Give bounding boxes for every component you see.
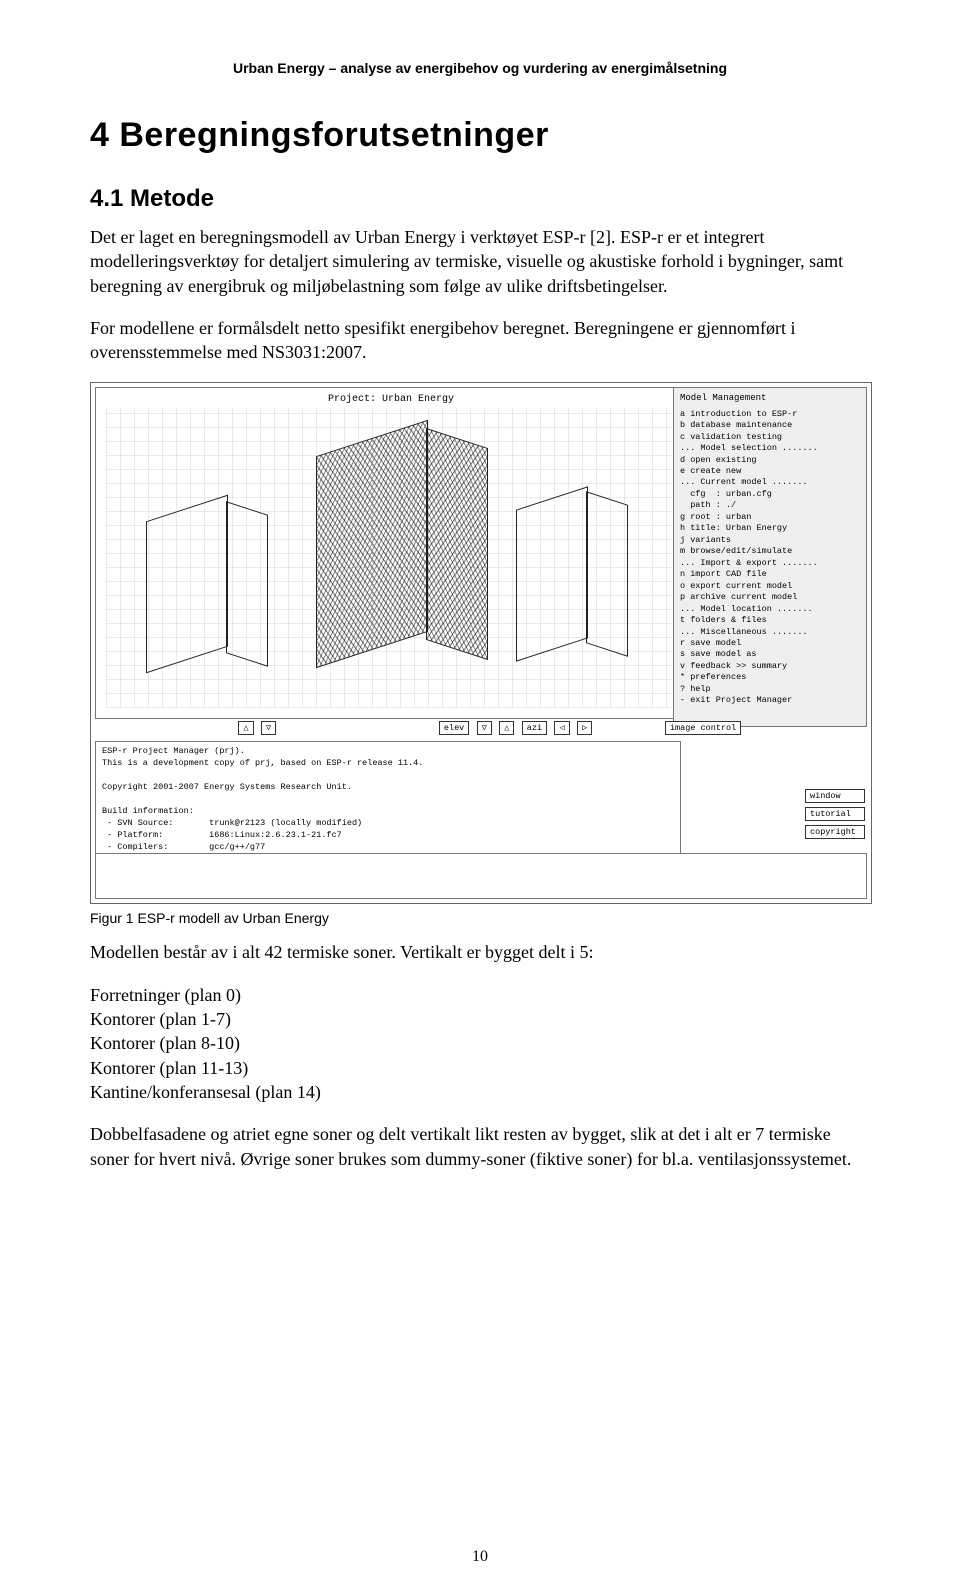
console-line: - SVN Source: trunk@r2123 (locally modif… [102,818,362,828]
console-line: - Compilers: gcc/g++/g77 [102,842,265,852]
wire-block-main [426,428,488,660]
espr-screenshot-figure: Project: Urban Energy Model Management a… [90,382,872,904]
espr-project-title: Project: Urban Energy [96,388,686,405]
window-button[interactable]: window [805,789,865,803]
subsection-heading: 4.1 Metode [90,185,870,213]
menu-item[interactable]: t folders & files [680,615,860,626]
console-line: - Platform: i686:Linux:2.6.23.1-21.fc7 [102,830,342,840]
espr-menu-title: Model Management [680,392,860,404]
tutorial-button[interactable]: tutorial [805,807,865,821]
azi-left-button[interactable]: ◁ [554,721,569,735]
menu-item[interactable]: ? help [680,684,860,695]
wire-block [226,502,268,668]
menu-item[interactable]: h title: Urban Energy [680,523,860,534]
espr-model-menu: Model Management a introduction to ESP-r… [673,387,867,727]
menu-item[interactable]: c validation testing [680,432,860,443]
zone-list: Forretninger (plan 0) Kontorer (plan 1-7… [90,983,870,1104]
wireframe-canvas [106,408,676,708]
wire-block [516,487,588,662]
menu-separator: ... Miscellaneous ....... [680,627,860,638]
rotate-up-button[interactable]: △ [238,721,253,735]
list-item: Kantine/konferansesal (plan 14) [90,1080,870,1104]
menu-item[interactable]: v feedback >> summary [680,661,860,672]
menu-item[interactable]: p archive current model [680,592,860,603]
espr-view-controls: △ ▽ elev ▽ △ azi ◁ ▷ image control [95,721,867,739]
figure-caption: Figur 1 ESP-r modell av Urban Energy [90,910,870,926]
menu-item[interactable]: n import CAD file [680,569,860,580]
wire-block [586,492,628,658]
image-control-button[interactable]: image control [665,721,741,735]
menu-item[interactable]: r save model [680,638,860,649]
menu-item[interactable]: s save model as [680,649,860,660]
espr-side-buttons: window tutorial copyright [805,789,867,839]
rotate-down-button[interactable]: ▽ [261,721,276,735]
menu-item[interactable]: d open existing [680,455,860,466]
menu-item[interactable]: m browse/edit/simulate [680,546,860,557]
list-item: Kontorer (plan 1-7) [90,1007,870,1031]
console-line: Copyright 2001-2007 Energy Systems Resea… [102,782,352,792]
section-heading: 4 Beregningsforutsetninger [90,116,870,155]
copyright-button[interactable]: copyright [805,825,865,839]
body-paragraph: Det er laget en beregningsmodell av Urba… [90,225,870,298]
menu-item[interactable]: a introduction to ESP-r [680,409,860,420]
menu-item[interactable]: b database maintenance [680,420,860,431]
body-paragraph: For modellene er formålsdelt netto spesi… [90,316,870,365]
menu-separator: ... Model selection ....... [680,443,860,454]
menu-item[interactable]: g root : urban [680,512,860,523]
espr-console: ESP-r Project Manager (prj). This is a d… [95,741,681,859]
page-number: 10 [0,1548,960,1566]
body-paragraph: Dobbelfasadene og atriet egne soner og d… [90,1122,870,1171]
menu-info: path : ./ [680,500,860,511]
wire-block [146,495,228,674]
elev-up-button[interactable]: △ [499,721,514,735]
menu-info: cfg : urban.cfg [680,489,860,500]
console-line: This is a development copy of prj, based… [102,758,423,768]
menu-item[interactable]: * preferences [680,672,860,683]
wire-block-main [316,420,428,668]
running-header: Urban Energy – analyse av energibehov og… [90,60,870,76]
azi-button[interactable]: azi [522,721,547,735]
menu-item[interactable]: - exit Project Manager [680,695,860,706]
menu-item[interactable]: o export current model [680,581,860,592]
list-item: Kontorer (plan 8-10) [90,1031,870,1055]
menu-separator: ... Model location ....... [680,604,860,615]
console-line: ESP-r Project Manager (prj). [102,746,245,756]
menu-separator: ... Current model ....... [680,477,860,488]
menu-separator: ... Import & export ....... [680,558,860,569]
console-line: Build information: [102,806,194,816]
elev-down-button[interactable]: ▽ [477,721,492,735]
espr-input-bar[interactable] [95,853,867,899]
menu-item[interactable]: j variants [680,535,860,546]
espr-3d-viewport: Project: Urban Energy [95,387,687,719]
body-paragraph: Modellen består av i alt 42 termiske son… [90,940,870,964]
elev-button[interactable]: elev [439,721,469,735]
azi-right-button[interactable]: ▷ [577,721,592,735]
list-item: Forretninger (plan 0) [90,983,870,1007]
list-item: Kontorer (plan 11-13) [90,1056,870,1080]
menu-item[interactable]: e create new [680,466,860,477]
